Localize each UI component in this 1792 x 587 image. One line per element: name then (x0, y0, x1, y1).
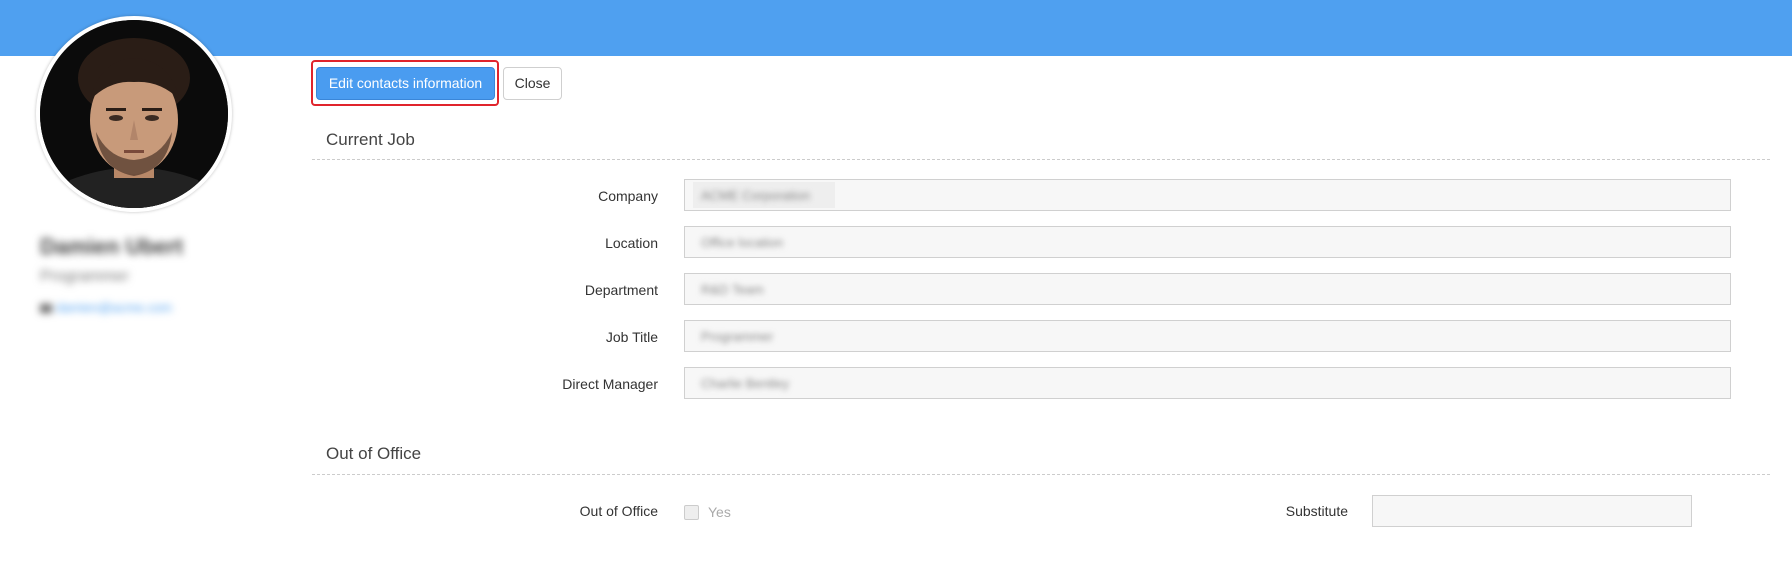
department-label: Department (584, 282, 658, 298)
mail-icon (40, 304, 52, 314)
department-value: R&D Team (701, 282, 764, 297)
location-label: Location (605, 235, 658, 251)
profile-email-text[interactable]: damien@acme.com (56, 300, 172, 315)
job-title-label: Job Title (605, 329, 658, 345)
profile-email-link[interactable]: damien@acme.com (40, 300, 172, 315)
company-value: ACME Corporation (701, 188, 811, 203)
substitute-label: Substitute (1285, 503, 1348, 519)
location-value: Office location (701, 235, 784, 250)
department-field[interactable]: R&D Team (684, 273, 1731, 305)
avatar-photo (40, 20, 228, 208)
out-of-office-label: Out of Office (579, 503, 658, 519)
avatar (36, 16, 232, 212)
out-of-office-heading: Out of Office (326, 444, 422, 463)
direct-manager-label: Direct Manager (562, 376, 658, 392)
company-field[interactable]: ACME Corporation (684, 179, 1731, 211)
direct-manager-field[interactable]: Charlie Bentley (684, 367, 1731, 399)
company-label: Company (598, 188, 658, 204)
direct-manager-value: Charlie Bentley (701, 376, 790, 391)
job-title-value: Programmer (701, 329, 774, 344)
profile-job-title: Programmer (40, 268, 129, 285)
job-title-field[interactable]: Programmer (684, 320, 1731, 352)
out-of-office-checkbox[interactable] (684, 505, 699, 520)
substitute-field[interactable] (1372, 495, 1692, 527)
out-of-office-checkbox-label: Yes (708, 504, 731, 520)
edit-contacts-button[interactable]: Edit contacts information (316, 67, 495, 100)
section-divider (312, 474, 1770, 475)
section-divider (312, 159, 1770, 160)
current-job-heading: Current Job (326, 130, 415, 149)
close-button[interactable]: Close (503, 67, 562, 100)
location-field[interactable]: Office location (684, 226, 1731, 258)
top-bar (0, 0, 1792, 56)
profile-name: Damien Ubert (40, 234, 184, 259)
